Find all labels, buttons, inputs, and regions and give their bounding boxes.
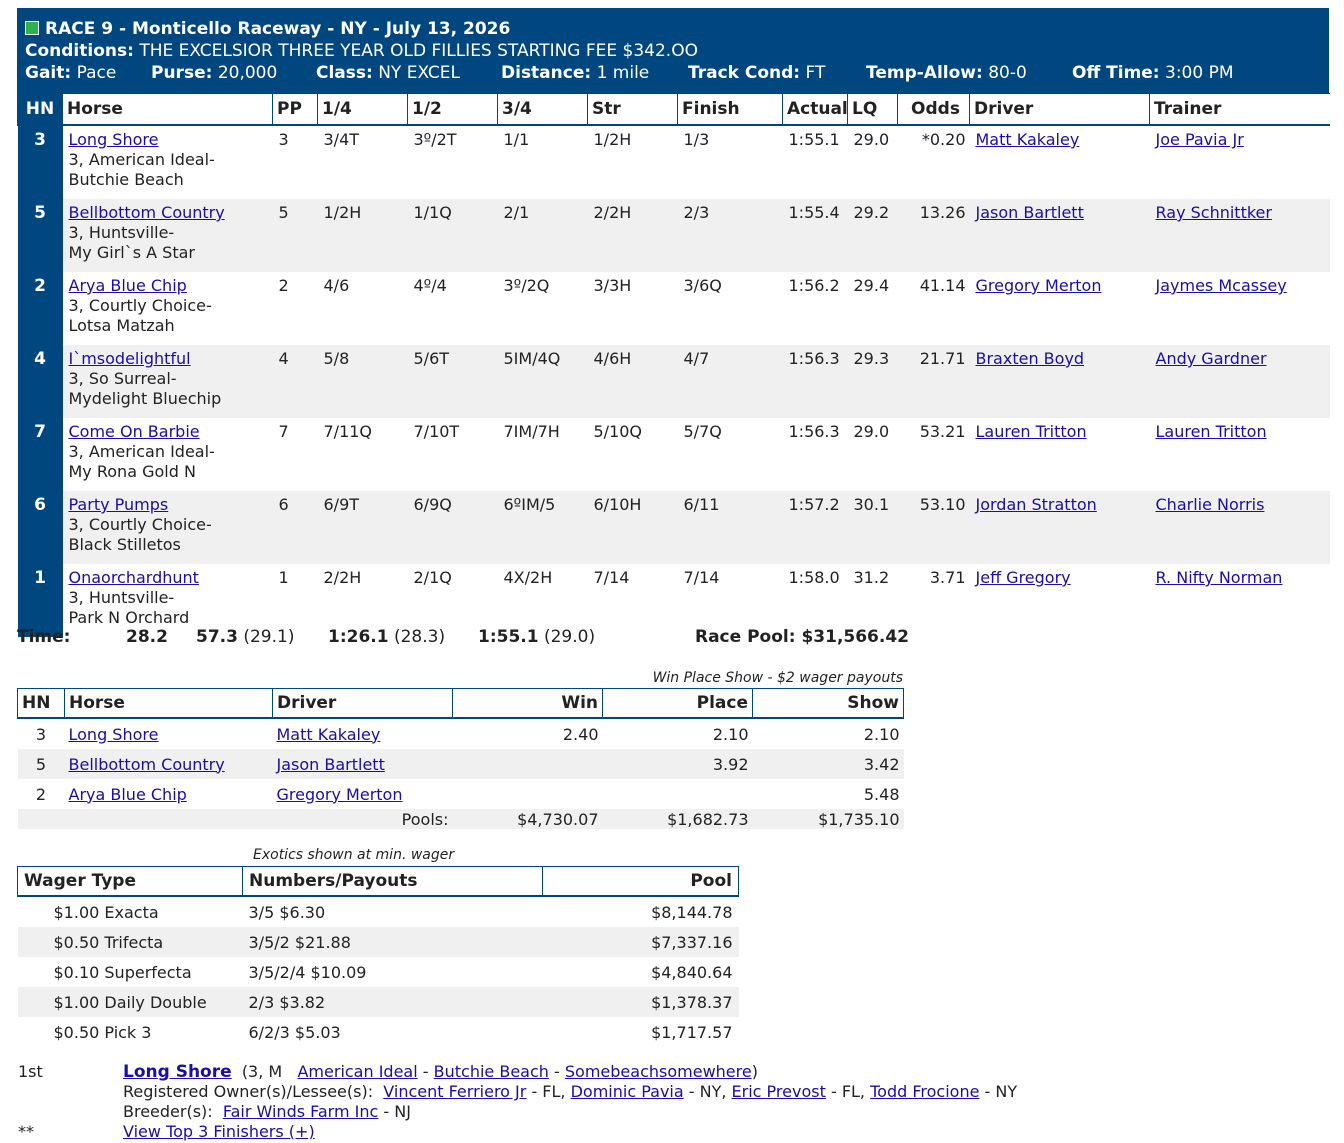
col-trainer: Trainer (1149, 93, 1330, 126)
class-info: Class: NY EXCEL (316, 63, 460, 83)
table-row: 2 Arya Blue Chip 3, Courtly Choice- Lotsa … (17, 272, 1330, 345)
driver-link[interactable]: Lauren Tritton (976, 422, 1087, 441)
winner-link[interactable]: Long Shore (123, 1062, 232, 1082)
owner-link[interactable]: Vincent Ferriero Jr (383, 1082, 526, 1101)
trainer-link[interactable]: Andy Gardner (1156, 349, 1267, 368)
breeder-line: Breeder(s): Fair Winds Farm Inc - NJ (123, 1102, 411, 1121)
col-actual: Actual (782, 93, 848, 126)
driver-link[interactable]: Jason Bartlett (277, 755, 385, 774)
table-row: $1.00 Exacta 3/5 $6.30 $8,144.78 (53, 902, 733, 922)
col-odds: Odds (897, 93, 970, 126)
horse-link[interactable]: Long Shore (69, 130, 159, 149)
table-row: 5 Bellbottom Country 3, Huntsville- My Gir… (17, 199, 1330, 272)
driver-link[interactable]: Matt Kakaley (976, 130, 1080, 149)
race-title: RACE 9 - Monticello Raceway - NY - July … (25, 19, 510, 39)
horse-link[interactable]: Bellbottom Country (69, 203, 225, 222)
driver-link[interactable]: Jordan Stratton (976, 495, 1097, 514)
temp-info: Temp-Allow: 80-0 (866, 63, 1027, 83)
owner-link[interactable]: Dominic Pavia (571, 1082, 684, 1101)
table-row: $1.00 Daily Double 2/3 $3.82 $1,378.37 (17, 987, 739, 1017)
race-pool: Race Pool: $31,566.42 (695, 627, 909, 647)
horse-link[interactable]: Bellbottom Country (69, 755, 225, 774)
table-row: 5 Bellbottom Country Jason Bartlett 3.92… (17, 749, 904, 779)
driver-link[interactable]: Jason Bartlett (976, 203, 1084, 222)
table-row: 4 I`msodelightful 3, So Surreal- Mydelight… (17, 345, 1330, 418)
distance-info: Distance: 1 mile (501, 63, 650, 83)
trainer-link[interactable]: Jaymes Mcassey (1156, 276, 1287, 295)
status-square-icon (25, 21, 39, 35)
damsire-link[interactable]: Somebeachsomewhere (565, 1062, 752, 1081)
horse-link[interactable]: Long Shore (69, 725, 159, 744)
horse-link[interactable]: Come On Barbie (69, 422, 200, 441)
breeder-link[interactable]: Fair Winds Farm Inc (223, 1102, 378, 1121)
col-finish: Finish (677, 93, 783, 126)
pools-row: Pools: $4,730.07 $1,682.73 $1,735.10 (17, 809, 904, 829)
driver-link[interactable]: Gregory Merton (976, 276, 1102, 295)
driver-link[interactable]: Matt Kakaley (277, 725, 381, 744)
driver-link[interactable]: Gregory Merton (277, 785, 403, 804)
horse-link[interactable]: Arya Blue Chip (69, 785, 187, 804)
table-row: $0.50 Pick 3 6/2/3 $5.03 $1,717.57 (53, 1022, 733, 1042)
horse-link[interactable]: Onaorchardhunt (69, 568, 199, 587)
table-row: $0.10 Superfecta 3/5/2/4 $10.09 $4,840.64 (53, 962, 733, 982)
wps-caption: Win Place Show - $2 wager payouts (652, 670, 903, 686)
dam-link[interactable]: Butchie Beach (434, 1062, 549, 1081)
results-header-row: HN Horse PP 1/4 1/2 3/4 Str Finish Actua… (17, 93, 1330, 126)
col-stretch: Str (587, 93, 678, 126)
exotics-header-row: Wager Type Numbers/Payouts Pool (17, 866, 739, 897)
track-info: Track Cond: FT (688, 63, 826, 83)
results-table: HN Horse PP 1/4 1/2 3/4 Str Finish Actua… (17, 93, 1330, 637)
purse-info: Purse: 20,000 (151, 63, 278, 83)
winner-line: Long Shore (3, M American Ideal - Butchi… (123, 1062, 758, 1082)
table-row: 7 Come On Barbie 3, American Ideal- My Ron… (17, 418, 1330, 491)
view-top-finishers: View Top 3 Finishers (+) (123, 1122, 315, 1141)
sire-link[interactable]: American Ideal (297, 1062, 417, 1081)
table-row: 3 Long Shore Matt Kakaley 2.40 2.10 2.10 (35, 724, 900, 744)
col-pp: PP (272, 93, 318, 126)
off-time-info: Off Time: 3:00 PM (1072, 63, 1234, 83)
gait-info: Gait: Pace (25, 63, 117, 83)
time-label: Time: (17, 627, 71, 647)
time-quarter: 28.2 (126, 627, 168, 647)
finish-place: 1st (18, 1062, 43, 1081)
col-horse: Horse (62, 93, 273, 126)
horse-link[interactable]: Party Pumps (69, 495, 169, 514)
wps-header-row: HN Horse Driver Win Place Show (17, 688, 904, 719)
trainer-link[interactable]: Lauren Tritton (1156, 422, 1267, 441)
col-hn: HN (17, 93, 63, 126)
col-quarter: 1/4 (317, 93, 408, 126)
horse-link[interactable]: Arya Blue Chip (69, 276, 187, 295)
owner-link[interactable]: Eric Prevost (732, 1082, 826, 1101)
table-row: 6 Party Pumps 3, Courtly Choice- Black Sti… (17, 491, 1330, 564)
trainer-link[interactable]: Ray Schnittker (1156, 203, 1272, 222)
col-driver: Driver (969, 93, 1150, 126)
col-half: 1/2 (407, 93, 498, 126)
exotics-caption: Exotics shown at min. wager (253, 847, 455, 863)
stars-marker: ** (18, 1122, 34, 1141)
horse-link[interactable]: I`msodelightful (69, 349, 191, 368)
table-row: 3 Long Shore 3, American Ideal- Butchie Be… (17, 125, 1330, 199)
view-top-finishers-link[interactable]: View Top 3 Finishers (+) (123, 1122, 315, 1141)
table-row: 2 Arya Blue Chip Gregory Merton 5.48 (35, 784, 900, 804)
owner-link[interactable]: Todd Frocione (870, 1082, 979, 1101)
col-lq: LQ (847, 93, 898, 126)
time-half: 57.3 (29.1) (196, 627, 295, 647)
race-conditions: Conditions: THE EXCELSIOR THREE YEAR OLD… (25, 41, 698, 61)
wps-table: HN Horse Driver Win Place Show 3 Long Sh… (17, 688, 904, 829)
trainer-link[interactable]: Charlie Norris (1156, 495, 1265, 514)
owners-line: Registered Owner(s)/Lessee(s): Vincent F… (123, 1082, 1018, 1101)
col-three-quarter: 3/4 (497, 93, 588, 126)
trainer-link[interactable]: Joe Pavia Jr (1156, 130, 1244, 149)
driver-link[interactable]: Braxten Boyd (976, 349, 1085, 368)
driver-link[interactable]: Jeff Gregory (976, 568, 1071, 587)
table-row: $0.50 Trifecta 3/5/2 $21.88 $7,337.16 (17, 927, 739, 957)
race-header: RACE 9 - Monticello Raceway - NY - July … (17, 8, 1329, 93)
trainer-link[interactable]: R. Nifty Norman (1156, 568, 1283, 587)
time-three-quarter: 1:26.1 (28.3) (328, 627, 446, 647)
time-final: 1:55.1 (29.0) (478, 627, 596, 647)
exotics-table: Wager Type Numbers/Payouts Pool $1.00 Ex… (17, 866, 739, 1047)
